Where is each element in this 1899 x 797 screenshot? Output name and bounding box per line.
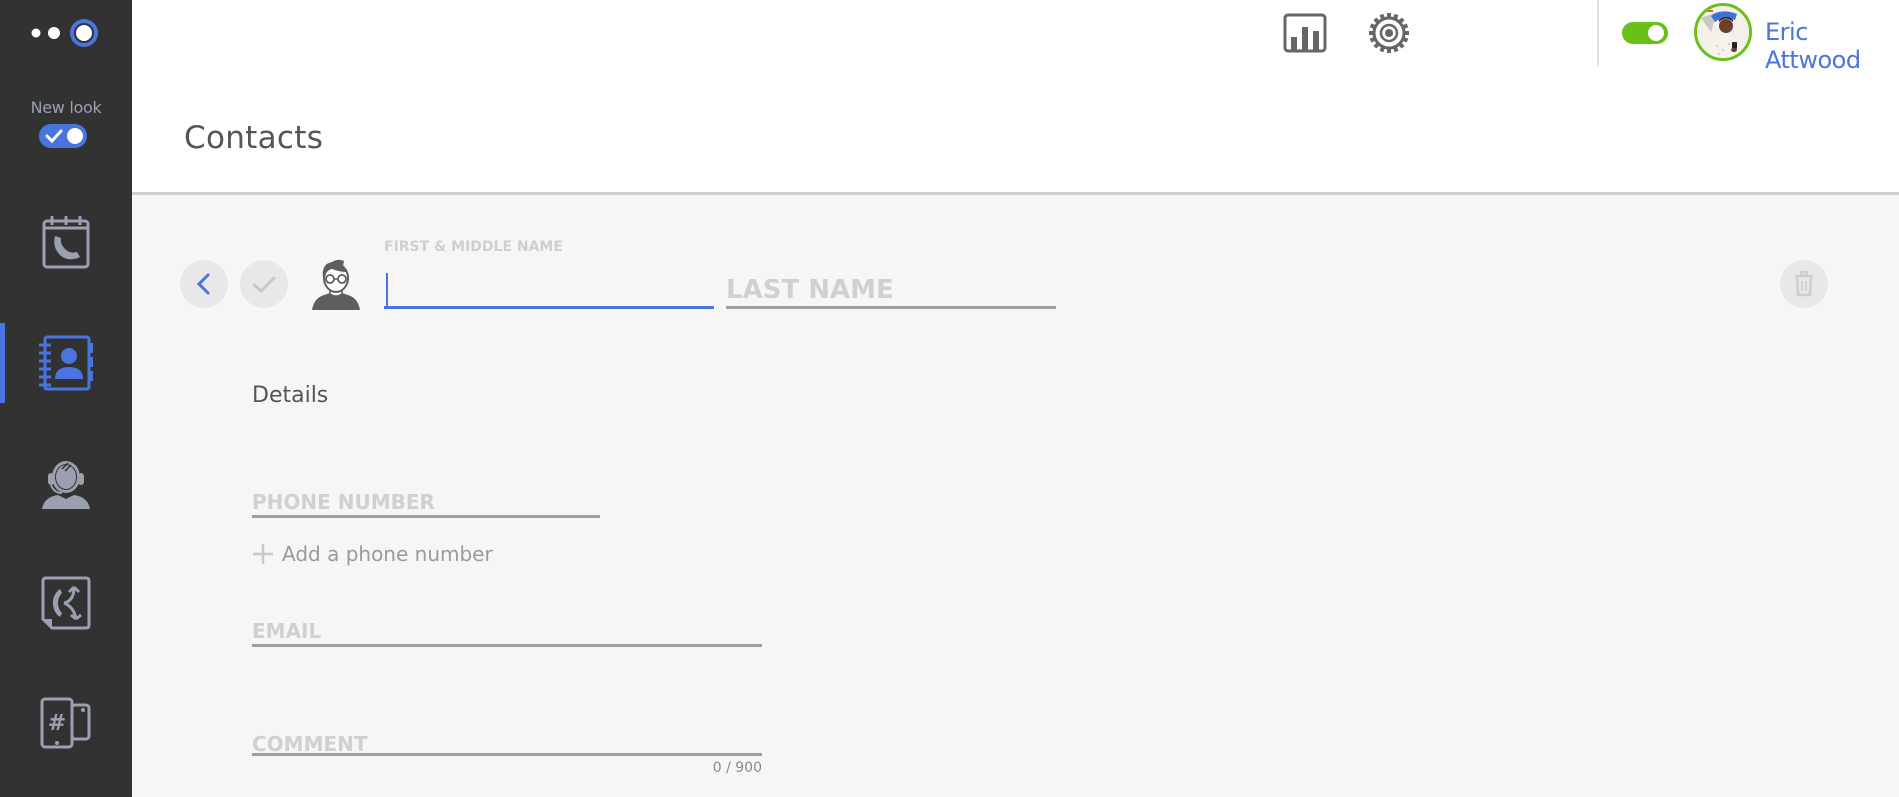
plus-icon — [253, 544, 273, 564]
availability-toggle[interactable] — [1622, 22, 1668, 44]
back-button[interactable] — [180, 260, 228, 308]
save-button[interactable] — [240, 260, 288, 308]
email-input[interactable] — [252, 619, 762, 647]
app-logo[interactable] — [28, 16, 104, 50]
check-icon — [252, 275, 277, 294]
calendar-phone-icon — [42, 216, 90, 269]
sidebar-item-calls[interactable] — [0, 202, 132, 282]
comment-field — [252, 724, 762, 756]
headset-agent-icon — [42, 461, 90, 509]
sidebar: New look # — [0, 0, 132, 797]
first-middle-name-label: FIRST & MIDDLE NAME — [384, 239, 563, 255]
input-underline — [726, 306, 1056, 309]
input-underline — [384, 306, 714, 309]
statistics-button[interactable] — [1282, 12, 1328, 54]
page-title: Contacts — [184, 120, 324, 156]
sidebar-item-call-routing[interactable] — [0, 563, 132, 643]
last-name-field — [726, 255, 1056, 309]
email-field — [252, 605, 762, 647]
new-look-label: New look — [30, 98, 102, 117]
user-avatar[interactable] — [1694, 3, 1752, 61]
add-phone-number-label: Add a phone number — [282, 542, 493, 566]
address-book-icon — [39, 335, 93, 391]
top-bar: Eric Attwood — [132, 0, 1899, 78]
chevron-left-icon — [196, 273, 210, 295]
contact-avatar-icon — [312, 259, 360, 310]
gear-icon — [1369, 13, 1409, 53]
first-middle-name-input[interactable] — [384, 280, 714, 309]
bar-chart-icon — [1283, 13, 1327, 53]
settings-button[interactable] — [1366, 12, 1412, 54]
toggle-knob — [1648, 25, 1664, 41]
first-middle-name-field: FIRST & MIDDLE NAME — [384, 239, 714, 309]
sidebar-item-numbers[interactable]: # — [0, 683, 132, 763]
input-underline — [252, 644, 762, 647]
user-name[interactable]: Eric Attwood — [1765, 18, 1899, 74]
phone-number-input[interactable] — [252, 490, 600, 518]
input-underline — [252, 515, 600, 518]
delete-button[interactable] — [1780, 260, 1828, 308]
call-routing-icon — [41, 576, 91, 630]
svg-text:#: # — [48, 711, 66, 736]
trash-icon — [1795, 271, 1813, 297]
comment-char-counter: 0 / 900 — [712, 760, 762, 776]
user-photo — [1697, 6, 1749, 58]
check-icon — [45, 129, 63, 144]
page-header: Contacts — [132, 78, 1899, 195]
new-look-toggle[interactable] — [39, 124, 87, 148]
sidebar-item-contacts[interactable] — [0, 323, 132, 403]
details-section-title: Details — [252, 383, 329, 408]
add-phone-number-button[interactable]: Add a phone number — [252, 542, 493, 566]
toggle-knob — [67, 128, 83, 144]
phone-numbers-icon: # — [40, 697, 91, 749]
last-name-input[interactable] — [726, 275, 1056, 309]
sidebar-item-agent[interactable] — [0, 443, 132, 523]
topbar-divider — [1597, 0, 1599, 66]
input-underline — [252, 753, 762, 756]
phone-number-field — [252, 476, 600, 518]
